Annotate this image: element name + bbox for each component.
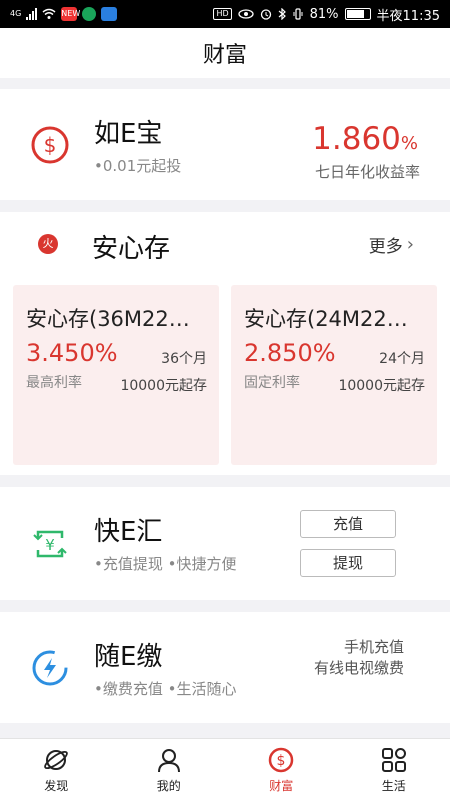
anxincun-title: 安心存	[92, 234, 171, 264]
alarm-icon	[260, 9, 271, 20]
kuai-subtitle: •充值提现 •快捷方便	[94, 555, 237, 573]
dollar-coin-icon: $	[269, 747, 294, 773]
nav-item-mine[interactable]: 我的	[113, 739, 226, 800]
rue-title: 如E宝	[94, 119, 163, 149]
battery-percent: 81%	[309, 6, 339, 22]
notification-app-icon: NEW	[61, 7, 80, 21]
rue-rate: 1.860%	[312, 121, 418, 157]
deposit-product-card[interactable]: 安心存(24M22… 2.850% 24个月 固定利率 10000元起存	[231, 285, 437, 465]
vibrate-icon	[293, 8, 303, 20]
anxincun-section: 火 安心存 更多 › 安心存(36M22… 3.450% 36个月 最高利率 10…	[0, 212, 450, 475]
kuai-title: 快E汇	[94, 517, 163, 547]
cable-tv-payment-link[interactable]: 有线电视缴费	[314, 657, 404, 678]
svg-text:$: $	[277, 753, 286, 769]
rue-product-card[interactable]: $ 如E宝 •0.01元起投 1.860% 七日年化收益率	[0, 89, 450, 200]
page-title: 财富	[202, 43, 247, 68]
deposit-minimum: 10000元起存	[120, 378, 207, 394]
bottom-nav: 发现 我的 $ 财富 生活	[0, 738, 450, 800]
sui-subtitle: •缴费充值 •生活随心	[94, 680, 237, 698]
sui-product-card[interactable]: 随E缴 •缴费充值 •生活随心 手机充值 有线电视缴费	[0, 612, 450, 723]
sui-title: 随E缴	[94, 642, 163, 672]
user-icon	[157, 749, 180, 773]
deposit-rate: 2.850%	[244, 339, 336, 367]
shield-app-icon	[101, 7, 118, 21]
lightning-icon	[32, 650, 68, 686]
nav-item-wealth[interactable]: $ 财富	[225, 739, 338, 800]
wifi-icon	[42, 8, 56, 19]
signal-icon	[26, 8, 38, 20]
more-link[interactable]: 更多 ›	[369, 232, 414, 257]
mobile-recharge-link[interactable]: 手机充值	[344, 636, 404, 657]
kuai-product-card[interactable]: ¥ 快E汇 •充值提现 •快捷方便 充值 提现	[0, 487, 450, 600]
recharge-button[interactable]: 充值	[300, 510, 396, 538]
planet-icon	[44, 750, 69, 770]
deposit-rate-label: 固定利率	[244, 375, 300, 391]
nav-item-life[interactable]: 生活	[338, 739, 450, 800]
chevron-right-icon: ›	[406, 234, 414, 255]
deposit-name: 安心存(24M22…	[244, 307, 408, 331]
nav-item-discover[interactable]: 发现	[0, 739, 113, 800]
hot-badge-icon: 火	[38, 234, 58, 254]
deposit-name: 安心存(36M22…	[26, 307, 190, 331]
chat-app-icon	[82, 7, 97, 21]
dollar-coin-icon: $	[31, 126, 69, 164]
grid-icon	[381, 748, 406, 772]
exchange-icon: ¥	[33, 530, 67, 558]
bluetooth-icon	[278, 8, 286, 20]
status-bar: 4G NEW HD 81% 半夜11:35	[0, 0, 450, 28]
hd-badge: HD	[213, 8, 232, 20]
deposit-rate: 3.450%	[26, 339, 118, 367]
deposit-term: 36个月	[161, 351, 207, 367]
deposit-minimum: 10000元起存	[338, 378, 425, 394]
battery-icon	[344, 8, 371, 20]
deposit-product-card[interactable]: 安心存(36M22… 3.450% 36个月 最高利率 10000元起存	[13, 285, 219, 465]
rue-rate-label: 七日年化收益率	[314, 163, 420, 181]
page-header: 财富	[0, 28, 450, 78]
deposit-rate-label: 最高利率	[26, 375, 82, 391]
svg-text:¥: ¥	[45, 536, 55, 554]
network-type: 4G	[10, 9, 22, 18]
eye-icon	[237, 9, 254, 19]
clock: 半夜11:35	[376, 8, 440, 24]
deposit-term: 24个月	[379, 351, 425, 367]
svg-text:$: $	[44, 133, 57, 157]
rue-subtitle: •0.01元起投	[94, 157, 182, 175]
withdraw-button[interactable]: 提现	[300, 549, 396, 577]
